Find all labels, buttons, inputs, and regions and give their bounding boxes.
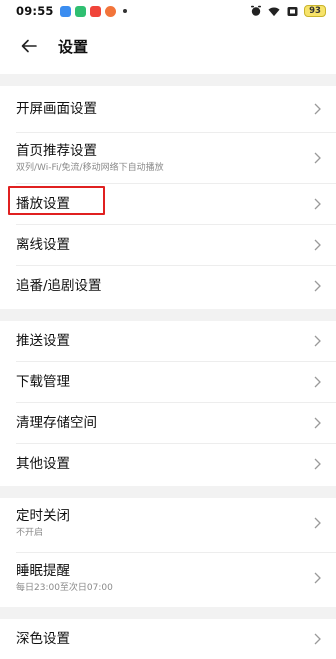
chevron-right-icon [312,416,322,430]
settings-item-push[interactable]: 推送设置 [0,321,336,361]
settings-item-label: 睡眠提醒 [16,562,70,579]
settings-item-label: 定时关闭 [16,507,70,524]
highlight-box [8,186,105,215]
battery-indicator: 93 [304,5,326,17]
chevron-right-icon [312,238,322,252]
wifi-icon [268,5,280,17]
chevron-right-icon [312,457,322,471]
chevron-right-icon [312,516,322,530]
back-button[interactable] [18,35,40,57]
chevron-right-icon [312,571,322,585]
settings-item-sleep-timer[interactable]: 定时关闭 不开启 [0,498,336,548]
section-divider [0,607,336,619]
section-divider [0,309,336,321]
settings-item-label: 其他设置 [16,455,70,472]
chevron-right-icon [312,197,322,211]
settings-item-dark-mode[interactable]: 深色设置 [0,619,336,659]
arrow-left-icon [21,39,37,53]
notification-icons [59,5,127,17]
settings-item-follow-series[interactable]: 追番/追剧设置 [0,266,336,306]
settings-item-label: 首页推荐设置 [16,142,97,159]
settings-item-label: 深色设置 [16,630,70,647]
chevron-right-icon [312,151,322,165]
settings-item-home-recommend[interactable]: 首页推荐设置 双列/Wi-Fi/免流/移动网络下自动播放 [0,133,336,183]
chevron-right-icon [312,375,322,389]
app-notification-icon [104,5,116,17]
app-notification-icon [59,5,71,17]
section-divider [0,486,336,498]
status-time: 09:55 [16,4,54,18]
settings-item-subtitle: 每日23:00至次日07:00 [16,582,113,593]
chevron-right-icon [312,632,322,646]
settings-item-label: 推送设置 [16,332,70,349]
more-notifications-dot-icon [122,9,127,13]
status-bar: 09:55 93 [0,0,336,22]
alarm-icon [250,5,262,17]
settings-item-subtitle: 不开启 [16,527,44,538]
chevron-right-icon [312,334,322,348]
settings-item-downloads[interactable]: 下载管理 [0,362,336,402]
settings-item-sleep-reminder[interactable]: 睡眠提醒 每日23:00至次日07:00 [0,553,336,603]
app-notification-icon [89,5,101,17]
chevron-right-icon [312,102,322,116]
settings-item-other[interactable]: 其他设置 [0,444,336,484]
settings-item-label: 离线设置 [16,236,70,253]
settings-item-offline[interactable]: 离线设置 [0,225,336,265]
page-title: 设置 [58,37,89,56]
settings-item-label: 开屏画面设置 [16,100,97,117]
app-bar: 设置 [0,22,336,70]
settings-item-label: 追番/追剧设置 [16,277,102,294]
sim-card-icon [286,5,298,17]
settings-item-clear-storage[interactable]: 清理存储空间 [0,403,336,443]
settings-item-label: 清理存储空间 [16,414,97,431]
settings-item-splash-screen[interactable]: 开屏画面设置 [0,86,336,132]
section-divider [0,74,336,86]
app-notification-icon [74,5,86,17]
system-status: 93 [250,5,326,17]
settings-item-label: 下载管理 [16,373,70,390]
chevron-right-icon [312,279,322,293]
settings-item-subtitle: 双列/Wi-Fi/免流/移动网络下自动播放 [16,162,164,173]
